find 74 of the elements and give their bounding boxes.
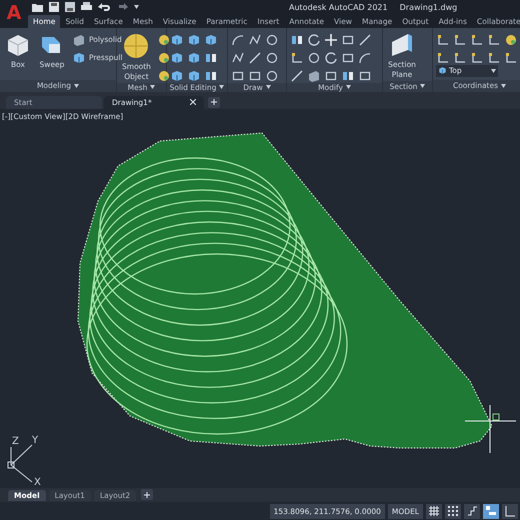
ortho-icon [503,504,517,518]
sphere-icon[interactable] [504,32,518,47]
plus-icon [211,99,217,106]
crosshair-icon [464,404,516,454]
new-layout-button[interactable] [141,489,154,500]
axis-icon[interactable] [504,50,518,65]
caret-icon[interactable] [346,85,351,90]
axis-icon[interactable] [487,32,501,47]
circle-icon[interactable] [265,50,279,65]
rotate-icon[interactable] [307,32,321,47]
caret-icon[interactable] [150,85,156,90]
print-icon[interactable] [81,2,92,12]
move-icon[interactable] [324,32,338,47]
caret-icon[interactable] [501,84,506,88]
axis-icon[interactable] [470,50,484,65]
arc-icon[interactable] [231,32,245,47]
cube-icon[interactable] [187,50,201,65]
circle-icon[interactable] [265,32,279,47]
cube-icon[interactable] [72,50,86,65]
undo-icon[interactable] [98,2,110,12]
ucs-icon [8,444,32,482]
sphere-icon[interactable] [122,32,150,60]
axis-label: Y [32,434,38,446]
folder-icon[interactable] [32,2,43,12]
redo-icon[interactable] [116,2,128,12]
axis-icon[interactable] [470,32,484,47]
caret-icon[interactable] [219,85,224,90]
save-icon[interactable] [49,2,59,12]
save-as-icon[interactable] [65,2,75,12]
line-icon[interactable] [358,32,372,47]
caret-icon[interactable] [266,85,271,90]
line-icon[interactable] [248,50,262,65]
file-name: Drawing1.dwg [400,2,458,12]
polyline-icon[interactable] [231,50,245,65]
cube-icon[interactable] [170,68,184,83]
grid-toggle[interactable] [426,504,442,519]
cube-icon[interactable] [204,32,218,47]
rotate-icon[interactable] [324,50,338,65]
axis-icon[interactable] [453,50,467,65]
caret-icon[interactable] [74,84,80,88]
axis-label: X [34,476,41,488]
close-icon[interactable] [190,99,196,106]
dynamic-toggle[interactable] [483,504,499,519]
app-title: Autodesk AutoCAD 2021 [289,2,388,12]
plus-icon [144,492,150,498]
caret-icon[interactable] [491,68,496,73]
axis-icon[interactable] [487,50,501,65]
arc-icon[interactable] [358,50,372,65]
sphere-icon[interactable] [156,32,171,47]
polyline-icon[interactable] [248,32,262,47]
axis-icon[interactable] [290,50,304,65]
axis-icon[interactable] [453,32,467,47]
axis-label: Z [12,436,19,447]
caret-icon[interactable] [134,5,139,9]
circle-icon[interactable] [307,50,321,65]
grid-icon [427,504,441,518]
line-icon[interactable] [290,68,304,83]
cube-icon[interactable] [187,68,201,83]
cube-icon[interactable] [438,66,447,76]
cube-icon[interactable] [170,50,184,65]
circle-icon[interactable] [265,68,279,83]
infer-icon [465,504,479,518]
sphere-icon[interactable] [156,68,171,83]
caret-icon[interactable] [420,84,426,88]
axis-icon[interactable] [436,50,450,65]
cube-icon[interactable] [170,32,184,47]
cube-icon[interactable] [187,32,201,47]
sphere-icon[interactable] [156,50,171,65]
infer-toggle[interactable] [464,504,480,519]
new-tab-button[interactable] [208,96,220,108]
snap-icon [446,504,460,518]
axis-icon[interactable] [436,32,450,47]
snap-toggle[interactable] [445,504,461,519]
ortho-toggle[interactable] [502,504,518,519]
